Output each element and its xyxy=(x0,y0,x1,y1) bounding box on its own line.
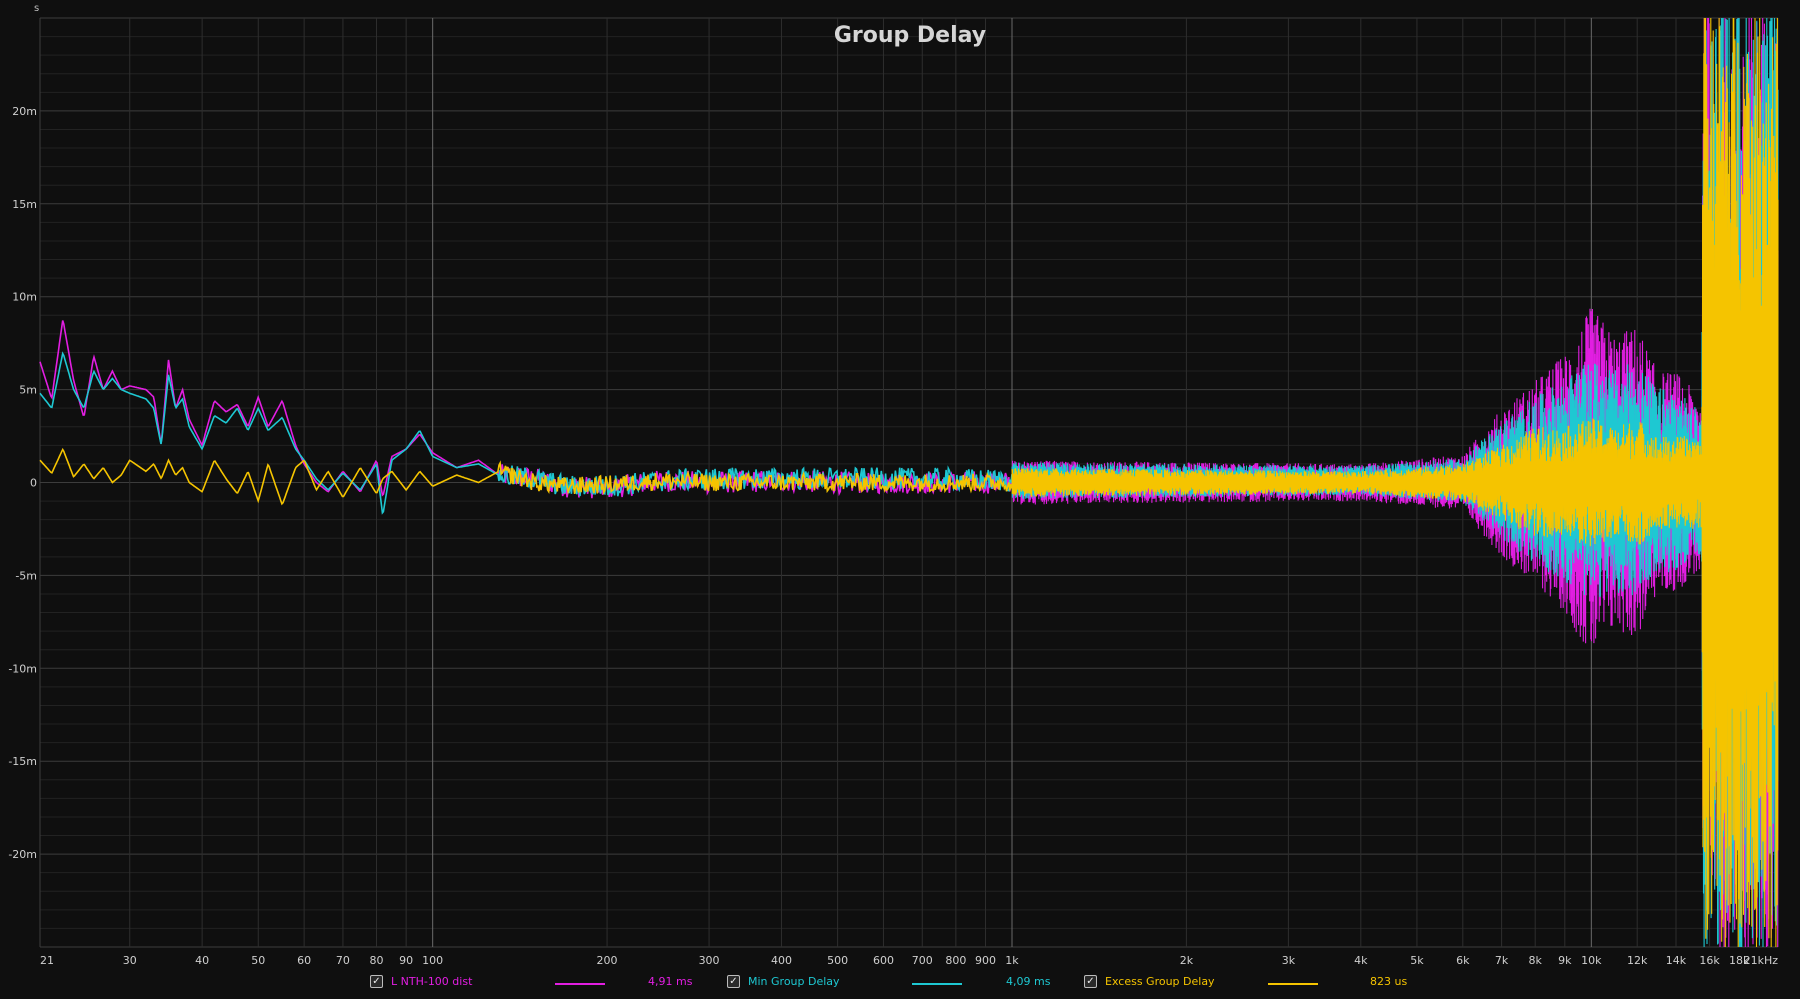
legend-value-series-1: 4,91 ms xyxy=(648,975,693,988)
x-tick-label: 7k xyxy=(1495,954,1509,967)
checkbox-series-1[interactable]: ✓ xyxy=(370,975,383,988)
x-tick-label: 1k xyxy=(1005,954,1019,967)
x-tick-label: 600 xyxy=(873,954,894,967)
y-tick-label: 10m xyxy=(12,291,37,304)
legend-label-series-3: Excess Group Delay xyxy=(1105,975,1215,988)
legend-item-series-3[interactable]: ✓ Excess Group Delay xyxy=(1084,975,1215,988)
legend-swatch-series-3 xyxy=(1268,983,1318,985)
legend-item-series-2[interactable]: ✓ Min Group Delay xyxy=(727,975,840,988)
x-tick-label: 400 xyxy=(771,954,792,967)
y-tick-label: 0 xyxy=(30,477,37,490)
x-tick-label: 80 xyxy=(370,954,384,967)
checkbox-series-2[interactable]: ✓ xyxy=(727,975,740,988)
x-tick-label: 9k xyxy=(1558,954,1572,967)
x-tick-label: 700 xyxy=(912,954,933,967)
legend-swatch-series-2 xyxy=(912,983,962,985)
x-tick-label: 6k xyxy=(1456,954,1470,967)
x-tick-label: 300 xyxy=(699,954,720,967)
group-delay-chart[interactable]: 20m 15m 10m 5m 0 -5m -10m -15m -20m 21 30 40 50 60 70… xyxy=(0,0,1800,970)
x-tick-label: 100 xyxy=(422,954,443,967)
legend: ✓ L NTH-100 dist 4,91 ms ✓ Min Group Del… xyxy=(0,972,1800,994)
checkbox-series-3[interactable]: ✓ xyxy=(1084,975,1097,988)
legend-label-series-1: L NTH-100 dist xyxy=(391,975,473,988)
legend-value-series-3: 823 us xyxy=(1370,975,1408,988)
x-tick-label: 40 xyxy=(195,954,209,967)
x-tick-label: 50 xyxy=(251,954,265,967)
x-tick-label: 2k xyxy=(1180,954,1194,967)
x-tick-label: 500 xyxy=(827,954,848,967)
x-tick-label: 5k xyxy=(1410,954,1424,967)
y-tick-label: 20m xyxy=(12,105,37,118)
x-tick-label: 90 xyxy=(399,954,413,967)
y-tick-label: -20m xyxy=(8,848,37,861)
x-tick-label: 30 xyxy=(123,954,137,967)
x-tick-label: 16k xyxy=(1699,954,1720,967)
x-tick-label: 12k xyxy=(1627,954,1648,967)
x-tick-label: 3k xyxy=(1282,954,1296,967)
x-tick-label: 900 xyxy=(975,954,996,967)
y-tick-label: -10m xyxy=(8,662,37,675)
x-tick-label: 200 xyxy=(597,954,618,967)
y-tick-label: 15m xyxy=(12,198,37,211)
x-tick-label: 60 xyxy=(297,954,311,967)
x-tick-label: 21kHz xyxy=(1744,954,1779,967)
y-axis-unit: s xyxy=(34,3,39,14)
y-tick-label: 5m xyxy=(19,384,37,397)
x-tick-label: 14k xyxy=(1666,954,1687,967)
x-tick-label: 70 xyxy=(336,954,350,967)
x-tick-label: 4k xyxy=(1354,954,1368,967)
legend-value-series-2: 4,09 ms xyxy=(1006,975,1051,988)
legend-swatch-series-1 xyxy=(555,983,605,985)
x-tick-label: 10k xyxy=(1581,954,1602,967)
y-tick-label: -15m xyxy=(8,755,37,768)
legend-label-series-2: Min Group Delay xyxy=(748,975,840,988)
chart-title: Group Delay xyxy=(834,23,986,48)
y-tick-label: -5m xyxy=(15,569,37,582)
x-tick-label: 8k xyxy=(1528,954,1542,967)
x-tick-label: 800 xyxy=(945,954,966,967)
legend-item-series-1[interactable]: ✓ L NTH-100 dist xyxy=(370,975,472,988)
x-tick-label: 21 xyxy=(40,954,54,967)
